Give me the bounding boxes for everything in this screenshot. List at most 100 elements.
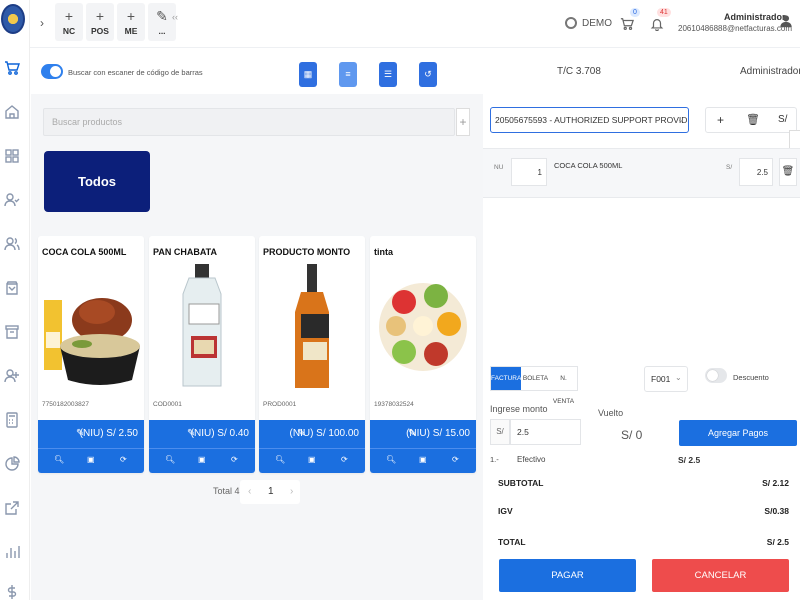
barcode-scanner-toggle[interactable] xyxy=(41,64,63,79)
users-icon[interactable] xyxy=(4,236,20,252)
image-icon[interactable]: ▣ xyxy=(308,455,316,464)
product-card[interactable]: PAN CHABATA COD0001 ✎ (NIU) S/ 0.40 🔍︎ ▣… xyxy=(149,236,255,473)
total-label: TOTAL xyxy=(498,537,526,547)
product-code: 7750182003827 xyxy=(42,401,89,408)
product-actions: 🔍︎ ▣ ⟳ xyxy=(259,448,365,473)
item-quantity-input[interactable]: 1 xyxy=(511,158,547,186)
product-card[interactable]: PRODUCTO MONTO PROD0001 ✎ (NIU) S/ 100.0… xyxy=(259,236,365,473)
bell-icon[interactable] xyxy=(650,17,664,32)
search-icon[interactable]: 🔍︎ xyxy=(275,455,285,464)
bar-chart-icon[interactable] xyxy=(4,544,20,560)
document-type-selector: FACTURA BOLETA N. VENTA xyxy=(490,366,578,405)
new-me-button[interactable]: + ME xyxy=(117,3,145,41)
new-nc-button[interactable]: + NC xyxy=(55,3,83,41)
team-icon[interactable] xyxy=(4,368,20,384)
client-actions: + 🗑︎ S/ xyxy=(705,107,797,133)
discount-toggle[interactable] xyxy=(705,368,727,383)
currency-button[interactable]: S/ xyxy=(778,114,787,125)
bag-icon[interactable] xyxy=(4,280,20,296)
product-search-input[interactable] xyxy=(43,108,455,136)
item-price-input[interactable]: 2.5 xyxy=(739,158,773,186)
notification-badge: 41 xyxy=(657,8,671,17)
nc-label: NC xyxy=(62,26,76,36)
payment-amount-label: Ingrese monto xyxy=(490,404,548,414)
home-icon[interactable] xyxy=(4,104,20,120)
subtotal-value: S/ 2.12 xyxy=(762,478,789,488)
product-price: (NIU) S/ 2.50 xyxy=(79,428,138,439)
image-icon[interactable]: ▣ xyxy=(198,455,206,464)
product-actions: 🔍︎ ▣ ⟳ xyxy=(149,448,255,473)
sync-icon[interactable]: ⟳ xyxy=(120,455,127,464)
search-icon[interactable]: 🔍︎ xyxy=(386,455,396,464)
image-icon[interactable]: ▣ xyxy=(87,455,95,464)
add-product-button[interactable]: + xyxy=(456,108,470,136)
chevron-down-icon[interactable]: ⌄ xyxy=(675,373,682,382)
external-link-icon[interactable] xyxy=(4,500,20,516)
item-currency: S/ xyxy=(726,164,733,171)
prev-page-icon[interactable]: ‹ xyxy=(248,486,251,497)
product-price-button[interactable]: ✎ (NIU) S/ 2.50 xyxy=(38,420,144,448)
doc-type-nota-venta[interactable]: N. VENTA xyxy=(549,367,578,405)
product-name: PAN CHABATA xyxy=(153,247,217,257)
payment-amount-input[interactable] xyxy=(510,419,581,445)
change-label: Vuelto xyxy=(598,408,624,418)
edit-pencil-icon: ✎ xyxy=(187,428,196,439)
company-logo[interactable] xyxy=(1,4,25,34)
change-value: S/ 0 xyxy=(621,428,643,442)
product-code: 19378032524 xyxy=(374,401,414,408)
cancel-button[interactable]: CANCELAR xyxy=(652,559,789,592)
list-view-button[interactable]: ≡ xyxy=(339,62,357,87)
client-select[interactable]: 20505675593 - AUTHORIZED SUPPORT PROVIDE… xyxy=(490,107,689,133)
product-name: PRODUCTO MONTO xyxy=(263,247,351,257)
archive-icon[interactable] xyxy=(4,324,20,340)
grid-icon[interactable] xyxy=(4,148,20,164)
calculator-button[interactable]: ▦ xyxy=(299,62,317,87)
product-price-button[interactable]: ✎ (NIU) S/ 15.00 xyxy=(370,420,476,448)
chevron-down-icon[interactable]: ⌄ xyxy=(677,114,685,125)
product-card[interactable]: tinta 19378032524 ✎ (NIU) S/ 15.00 🔍︎ ▣ … xyxy=(370,236,476,473)
search-icon[interactable]: 🔍︎ xyxy=(165,455,175,464)
new-pos-button[interactable]: + POS xyxy=(86,3,114,41)
user-avatar-icon[interactable] xyxy=(779,14,793,28)
expand-sidebar-chevron-icon[interactable]: › xyxy=(40,16,44,30)
demo-toggle-icon[interactable] xyxy=(565,17,577,29)
product-image xyxy=(374,262,472,392)
calculator-icon[interactable] xyxy=(4,412,20,428)
user-check-icon[interactable] xyxy=(4,192,20,208)
image-icon[interactable]: ▣ xyxy=(419,455,427,464)
doc-type-boleta[interactable]: BOLETA xyxy=(522,367,549,390)
product-price-button[interactable]: ✎ (NIU) S/ 100.00 xyxy=(259,420,365,448)
more-label: ... xyxy=(158,26,166,36)
sync-icon[interactable]: ⟳ xyxy=(341,455,348,464)
dollar-icon[interactable] xyxy=(4,584,20,600)
add-payment-button[interactable]: Agregar Pagos xyxy=(679,420,797,446)
cart-icon[interactable] xyxy=(620,17,634,31)
sync-icon[interactable]: ⟳ xyxy=(452,455,459,464)
item-name: COCA COLA 500ML xyxy=(554,161,623,170)
search-icon[interactable]: 🔍︎ xyxy=(54,455,64,464)
user-email: 20610486888@netfacturas.com xyxy=(678,24,792,33)
product-price-button[interactable]: ✎ (NIU) S/ 0.40 xyxy=(149,420,255,448)
detail-list-button[interactable]: ☰ xyxy=(379,62,397,87)
pay-button[interactable]: PAGAR xyxy=(499,559,636,592)
more-button[interactable]: ✎ ... xyxy=(148,3,176,41)
trash-icon[interactable]: 🗑︎ xyxy=(746,113,760,126)
pie-chart-icon[interactable] xyxy=(4,456,20,472)
product-price: (NIU) S/ 0.40 xyxy=(190,428,249,439)
product-image xyxy=(42,262,140,392)
sync-icon[interactable]: ⟳ xyxy=(231,455,238,464)
doc-type-factura[interactable]: FACTURA xyxy=(491,367,521,390)
category-all-button[interactable]: Todos xyxy=(44,151,150,212)
collapse-chevron-icon[interactable]: ‹‹ xyxy=(172,12,178,22)
payment-currency: S/ xyxy=(490,419,510,445)
page-number[interactable]: 1 xyxy=(268,486,274,497)
product-card[interactable]: COCA COLA 500ML 7750182003827 ✎ (NIU) S/… xyxy=(38,236,144,473)
product-image xyxy=(263,262,361,392)
next-page-icon[interactable]: › xyxy=(290,486,293,497)
refresh-button[interactable]: ↺ xyxy=(419,62,437,87)
add-client-button[interactable]: + xyxy=(717,113,724,127)
unit-label: NU xyxy=(494,164,504,171)
cart-icon[interactable] xyxy=(4,60,20,76)
delete-item-icon[interactable]: 🗑︎ xyxy=(779,158,797,186)
pos-label: POS xyxy=(91,26,109,36)
